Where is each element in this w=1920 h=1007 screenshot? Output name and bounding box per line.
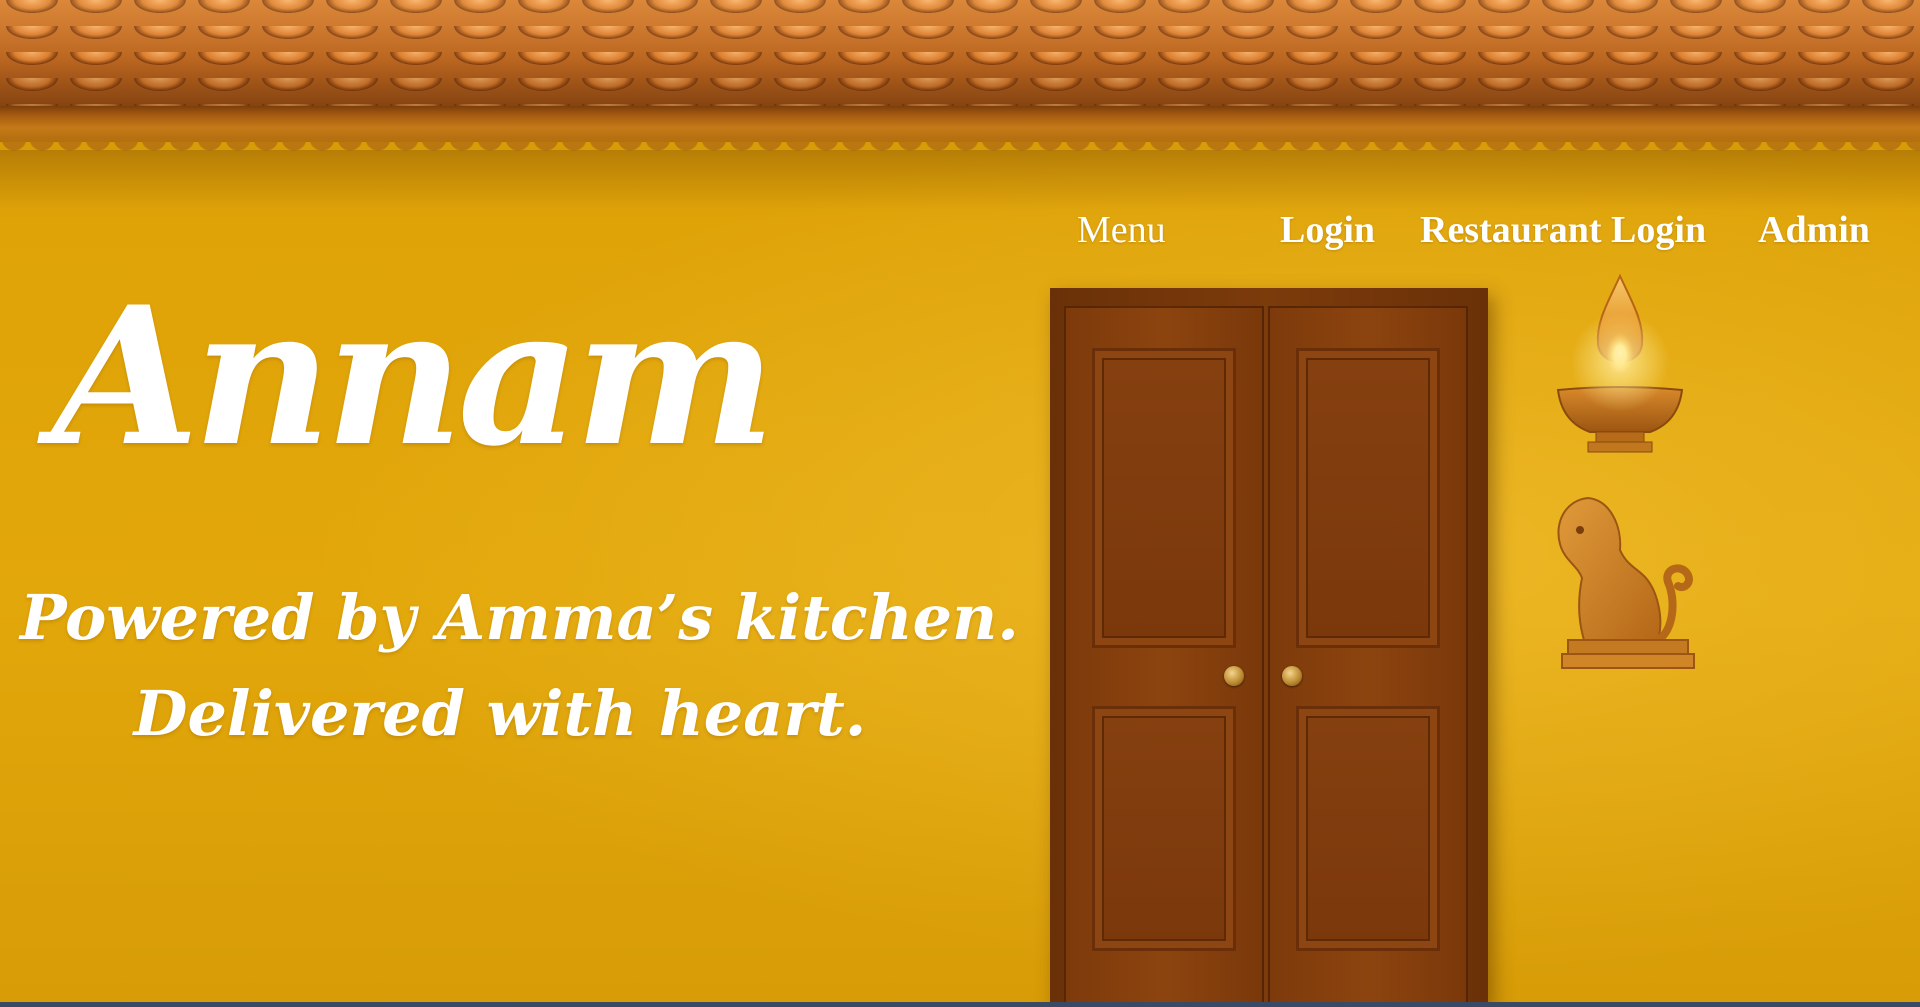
lion-statue-icon bbox=[1548, 490, 1698, 675]
brand-logo: Annam bbox=[52, 265, 776, 488]
oil-lamp-icon bbox=[1550, 272, 1690, 472]
door-knob-icon bbox=[1282, 666, 1302, 686]
door-knob-icon bbox=[1224, 666, 1244, 686]
door-leaf-right bbox=[1268, 306, 1468, 1007]
roof-shade bbox=[0, 0, 1920, 118]
top-nav: Menu Login Restaurant Login Admin bbox=[1070, 208, 1890, 256]
eave-beam bbox=[0, 106, 1920, 142]
tagline-line-2: Delivered with heart. bbox=[133, 677, 867, 750]
nav-admin-link[interactable]: Admin bbox=[1758, 208, 1870, 252]
hero-scene: Menu Login Restaurant Login Admin Annam … bbox=[0, 0, 1920, 1007]
nav-login-link[interactable]: Login bbox=[1280, 208, 1375, 252]
tagline-line-1: Powered by Amma’s kitchen. bbox=[20, 581, 1019, 654]
hero-tagline: Powered by Amma’s kitchen. Delivered wit… bbox=[20, 570, 1019, 762]
door-leaf-left bbox=[1064, 306, 1264, 1007]
nav-menu-link[interactable]: Menu bbox=[1077, 208, 1166, 252]
eave-shadow bbox=[0, 150, 1920, 210]
door-panel bbox=[1092, 706, 1236, 951]
nav-restaurant-login-link[interactable]: Restaurant Login bbox=[1420, 208, 1706, 252]
door-panel bbox=[1296, 348, 1440, 648]
page-bottom-edge bbox=[0, 1002, 1920, 1007]
door-panel bbox=[1296, 706, 1440, 951]
door bbox=[1050, 288, 1488, 1007]
door-panel bbox=[1092, 348, 1236, 648]
